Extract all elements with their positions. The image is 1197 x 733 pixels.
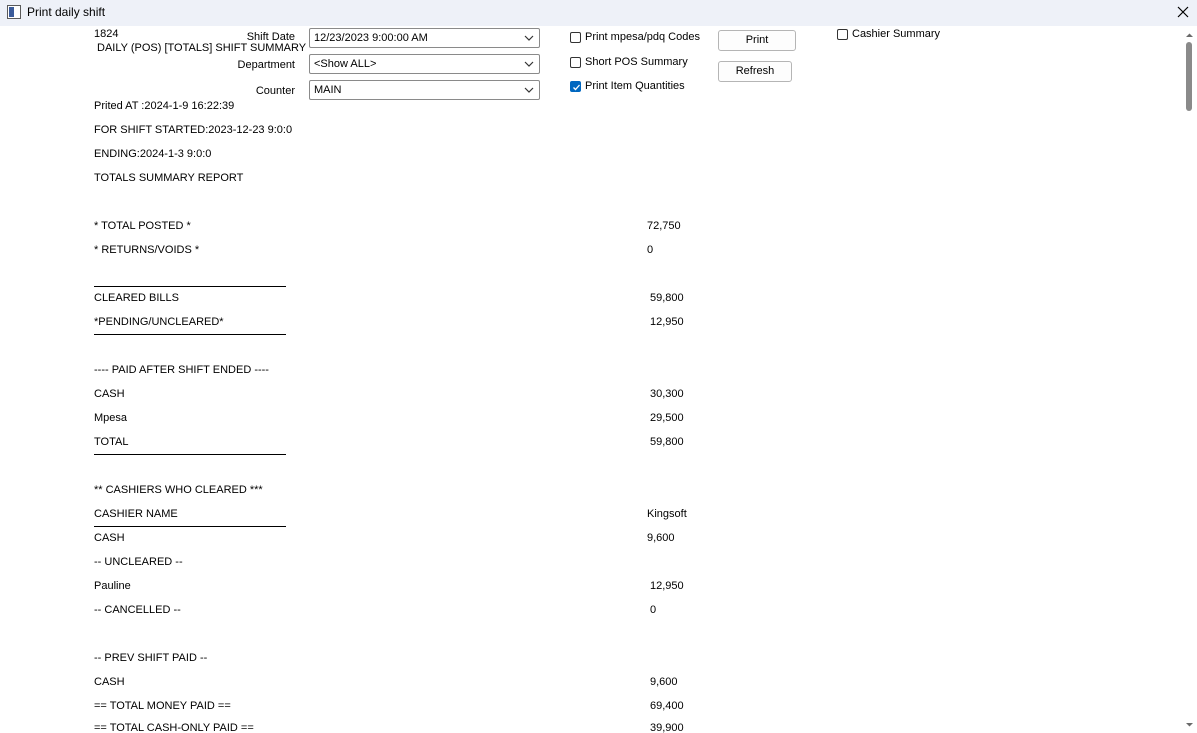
- department-select[interactable]: <Show ALL>: [309, 54, 540, 74]
- report-line-value: 0: [650, 604, 657, 616]
- scroll-down-icon[interactable]: [1185, 720, 1194, 729]
- report-id: 1824: [94, 28, 119, 40]
- report-line-label: * TOTAL POSTED *: [94, 220, 191, 232]
- report-line-value: 30,300: [650, 388, 684, 400]
- department-value: <Show ALL>: [314, 58, 377, 70]
- report-line-value: 69,400: [650, 700, 684, 712]
- shift-date-value: 12/23/2023 9:00:00 AM: [314, 32, 428, 44]
- close-button[interactable]: [1168, 0, 1197, 24]
- scrollbar-thumb[interactable]: [1186, 42, 1192, 111]
- title-bar: Print daily shift: [0, 0, 1197, 26]
- report-line-label: -- CANCELLED --: [94, 604, 181, 616]
- short-pos-checkbox[interactable]: Short POS Summary: [570, 56, 690, 72]
- department-label: Department: [237, 59, 295, 71]
- print-button[interactable]: Print: [718, 30, 796, 51]
- report-line-value: 59,800: [650, 436, 684, 448]
- close-icon: [1177, 6, 1188, 18]
- print-qty-label: Print Item Quantities: [585, 80, 685, 92]
- window-title: Print daily shift: [27, 5, 106, 19]
- report-line-value: 72,750: [647, 220, 681, 232]
- report-line-label: CASH: [94, 532, 125, 544]
- report-line-value: 29,500: [650, 412, 684, 424]
- report-line-label: TOTAL: [94, 436, 129, 448]
- printed-at: Prited AT :2024-1-9 16:22:39: [94, 100, 235, 112]
- report-line-label: CASHIER NAME: [94, 508, 178, 520]
- report-line-label: Mpesa: [94, 412, 128, 424]
- checkbox-box: [570, 32, 581, 43]
- shift-date-picker[interactable]: 12/23/2023 9:00:00 AM: [309, 28, 540, 48]
- print-qty-checkbox[interactable]: Print Item Quantities: [570, 80, 695, 96]
- report-line-value: 12,950: [650, 316, 684, 328]
- scroll-up-icon[interactable]: [1185, 31, 1194, 40]
- report-line-label: * RETURNS/VOIDS *: [94, 244, 200, 256]
- print-codes-checkbox[interactable]: Print mpesa/pdq Codes: [570, 31, 705, 47]
- report-line-value: 12,950: [650, 580, 684, 592]
- divider: [94, 526, 286, 527]
- checkmark-icon: [573, 84, 580, 91]
- report-section-title: ---- PAID AFTER SHIFT ENDED ----: [94, 364, 269, 376]
- shift-ending: ENDING:2024-1-3 9:0:0: [94, 148, 212, 160]
- cashier-summary-label: Cashier Summary: [852, 28, 941, 40]
- short-pos-label: Short POS Summary: [585, 56, 688, 68]
- report-line-value: 9,600: [650, 676, 678, 688]
- report-line-label: CASH: [94, 388, 125, 400]
- report-line-label: == TOTAL CASH-ONLY PAID ==: [94, 722, 254, 733]
- report-line-value: 59,800: [650, 292, 684, 304]
- divider: [94, 454, 286, 455]
- refresh-button[interactable]: Refresh: [718, 61, 792, 82]
- report-section-title: ** CASHIERS WHO CLEARED ***: [94, 484, 263, 496]
- counter-select[interactable]: MAIN: [309, 80, 540, 100]
- report-line-label: Pauline: [94, 580, 131, 592]
- report-type: TOTALS SUMMARY REPORT: [94, 172, 244, 184]
- checkbox-checked: [570, 81, 581, 92]
- print-codes-label: Print mpesa/pdq Codes: [585, 31, 700, 43]
- chevron-down-icon: [524, 61, 534, 67]
- report-line-label: CLEARED BILLS: [94, 292, 179, 304]
- checkbox-box: [570, 57, 581, 68]
- report-line-label: == TOTAL MONEY PAID ==: [94, 700, 231, 712]
- report-section-title: -- UNCLEARED --: [94, 556, 183, 568]
- divider: [94, 286, 286, 287]
- shift-date-label: Shift Date: [246, 31, 295, 43]
- report-line-value: 9,600: [647, 532, 675, 544]
- app-icon: [7, 5, 21, 19]
- counter-value: MAIN: [314, 84, 342, 96]
- chevron-down-icon: [524, 35, 534, 41]
- report-line-label: CASH: [94, 676, 125, 688]
- divider: [94, 334, 286, 335]
- cashier-summary-checkbox[interactable]: Cashier Summary: [837, 28, 947, 44]
- shift-started: FOR SHIFT STARTED:2023-12-23 9:0:0: [94, 124, 293, 136]
- checkbox-box: [837, 29, 848, 40]
- chevron-down-icon: [524, 87, 534, 93]
- report-line-label: *PENDING/UNCLEARED*: [94, 316, 224, 328]
- counter-label: Counter: [255, 85, 295, 97]
- report-line-value: Kingsoft: [647, 508, 687, 520]
- report-heading: DAILY (POS) [TOTALS] SHIFT SUMMARY: [97, 42, 307, 54]
- vertical-scrollbar[interactable]: [1182, 27, 1197, 733]
- report-line-value: 0: [647, 244, 654, 256]
- report-line-value: 39,900: [650, 722, 684, 733]
- report-section-title: -- PREV SHIFT PAID --: [94, 652, 208, 664]
